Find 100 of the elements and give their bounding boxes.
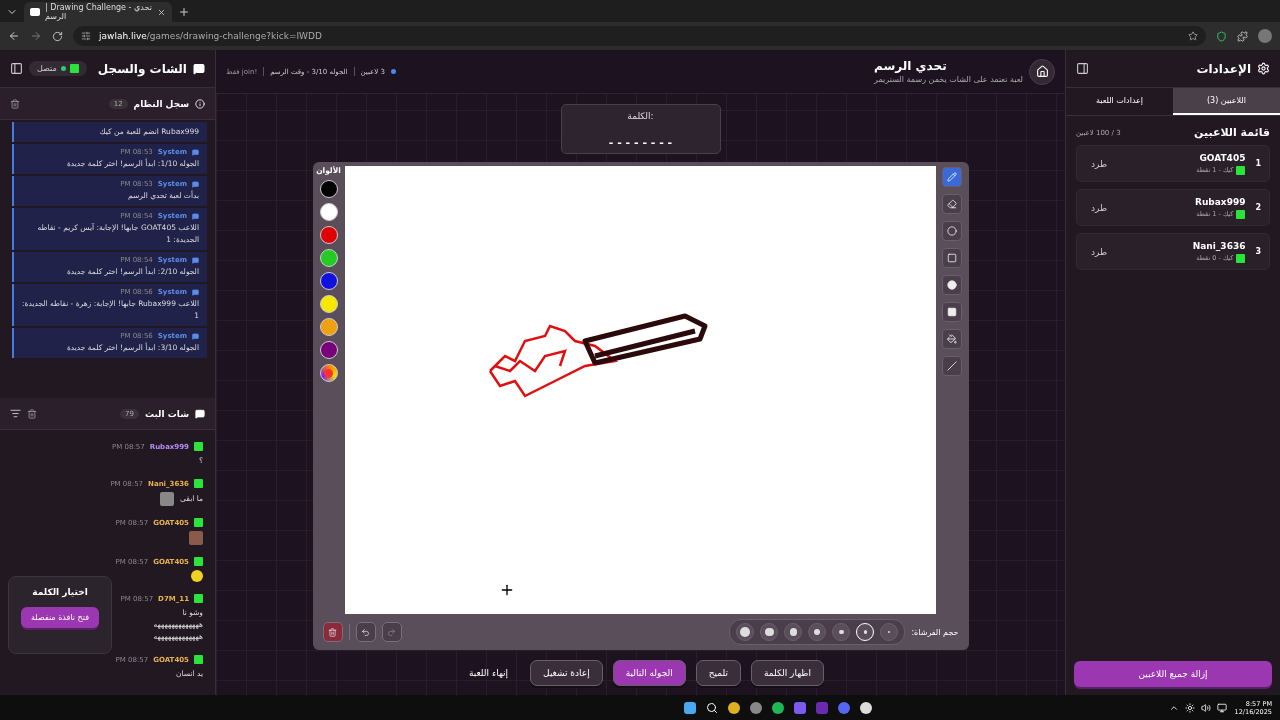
action-button[interactable]: تلميح (695, 660, 742, 686)
chat-icon (195, 408, 205, 419)
settings-tab[interactable]: اللاعبين (3) (1173, 88, 1280, 115)
info-icon (195, 98, 205, 109)
player-rank: 2 (1255, 203, 1261, 212)
filled-circle-tool-button[interactable] (942, 275, 962, 295)
new-tab-icon[interactable] (178, 6, 190, 18)
shield-icon[interactable] (1216, 30, 1227, 42)
app-icon[interactable] (750, 701, 763, 714)
back-icon[interactable] (8, 30, 20, 42)
platform-logo-icon (1236, 253, 1246, 263)
start-icon[interactable] (684, 701, 697, 714)
player-name: GOAT405 (1198, 152, 1246, 163)
game-subtitle: لعبة تعتمد على الشات يخمن رسمة الستريمر (874, 75, 1023, 84)
panel-toggle-icon[interactable] (1076, 62, 1089, 75)
system-icon (192, 256, 199, 264)
color-swatch[interactable] (319, 226, 338, 244)
bookmark-icon[interactable] (1188, 31, 1198, 41)
connection-status: متصل (29, 61, 87, 76)
player-name: Nani_3636 (1191, 240, 1246, 251)
brush-size-button[interactable] (784, 623, 803, 641)
color-swatch[interactable] (319, 203, 338, 221)
system-icon (192, 180, 199, 188)
brush-size-button[interactable] (808, 623, 827, 641)
trash-icon[interactable] (27, 408, 37, 419)
redo-icon (387, 627, 396, 637)
close-icon[interactable] (157, 7, 166, 17)
platform-logo-icon (194, 442, 203, 451)
pen-tool-button[interactable] (942, 167, 962, 187)
emoji-icon (191, 570, 203, 582)
trash-icon (328, 627, 337, 637)
circle-tool-button[interactable] (942, 221, 962, 241)
brush-size-button[interactable] (760, 623, 779, 641)
open-window-button[interactable]: فتح نافذة منفصلة (21, 607, 99, 628)
rect-tool-button[interactable] (942, 248, 962, 268)
panel-title: الإعدادات (1196, 61, 1251, 76)
volume-icon[interactable] (1200, 702, 1211, 713)
system-icon (192, 332, 199, 340)
fill-tool-button[interactable] (942, 329, 962, 349)
undo-button[interactable] (355, 622, 376, 642)
color-swatch[interactable] (319, 249, 338, 267)
player-name: Rubax999 (1193, 196, 1246, 207)
system-icon (192, 212, 199, 220)
site-settings-icon[interactable] (81, 31, 91, 41)
music-app-icon[interactable] (772, 701, 785, 714)
display-icon[interactable] (1216, 702, 1227, 713)
platform-logo-icon (194, 594, 203, 603)
action-button[interactable]: اظهار الكلمة (751, 660, 824, 686)
color-swatch[interactable] (319, 341, 338, 359)
remove-all-button[interactable]: إزالة جميع اللاعبين (1074, 661, 1272, 687)
player-rank: 3 (1255, 247, 1261, 256)
home-button[interactable] (1029, 58, 1055, 85)
app-icon[interactable] (794, 701, 807, 714)
reload-icon[interactable] (52, 30, 63, 42)
card-title: اختيار الكلمة (32, 587, 88, 597)
profile-avatar[interactable] (1258, 29, 1272, 43)
platform-logo-icon (194, 479, 203, 488)
action-button[interactable]: إعادة تشغيل (530, 660, 603, 686)
player-rank: 1 (1255, 159, 1261, 168)
browser-tab[interactable]: | Drawing Challenge - تحدي الرسم (24, 2, 172, 22)
brush-size-button[interactable] (832, 623, 851, 641)
color-picker[interactable] (319, 364, 338, 382)
paint-bucket-icon (947, 334, 957, 344)
kick-button[interactable]: طرد (1085, 245, 1114, 258)
color-swatch[interactable] (319, 272, 338, 290)
platform-logo-icon (194, 518, 203, 527)
eraser-tool-button[interactable] (942, 194, 962, 214)
search-icon[interactable] (706, 701, 719, 714)
line-tool-button[interactable] (942, 356, 962, 376)
color-swatch[interactable] (319, 295, 338, 313)
line-icon (947, 361, 957, 371)
action-button[interactable]: إنهاء اللعبة (457, 661, 521, 685)
url-text: jawlah.live/games/drawing-challenge?kick=IWDD (99, 31, 322, 41)
list-title: قائمة اللاعبين (1194, 126, 1270, 139)
filled-square-icon (947, 307, 957, 317)
brush-size-label: حجم الفرشاة: (911, 627, 959, 637)
browser-icon[interactable] (728, 701, 741, 714)
platform-logo-icon (69, 64, 79, 73)
word-hint: - - - - - - - - (608, 136, 673, 149)
extensions-icon[interactable] (1237, 30, 1248, 42)
pencil-icon (947, 172, 957, 182)
filter-icon[interactable] (10, 408, 21, 419)
system-icon (192, 148, 199, 156)
kick-button[interactable]: طرد (1085, 157, 1114, 170)
brightness-icon[interactable] (1184, 702, 1195, 713)
brush-size-button[interactable] (736, 623, 755, 641)
action-button[interactable]: الجوله التالية (612, 660, 686, 686)
filled-rect-tool-button[interactable] (942, 302, 962, 322)
chat-icon (193, 62, 205, 75)
chat-app-icon[interactable] (838, 701, 851, 714)
panel-toggle-icon[interactable] (10, 62, 23, 75)
circle-icon (947, 226, 957, 236)
color-swatch[interactable] (319, 180, 338, 198)
address-bar[interactable]: jawlah.live/games/drawing-challenge?kick=IWDD (73, 26, 1206, 46)
kick-button[interactable]: طرد (1085, 201, 1114, 214)
trash-icon[interactable] (10, 98, 20, 109)
status-dot-icon (60, 66, 66, 71)
clear-button[interactable] (322, 622, 343, 642)
color-swatch[interactable] (319, 318, 338, 336)
settings-tab[interactable]: إعدادات اللعبة (1066, 88, 1173, 115)
